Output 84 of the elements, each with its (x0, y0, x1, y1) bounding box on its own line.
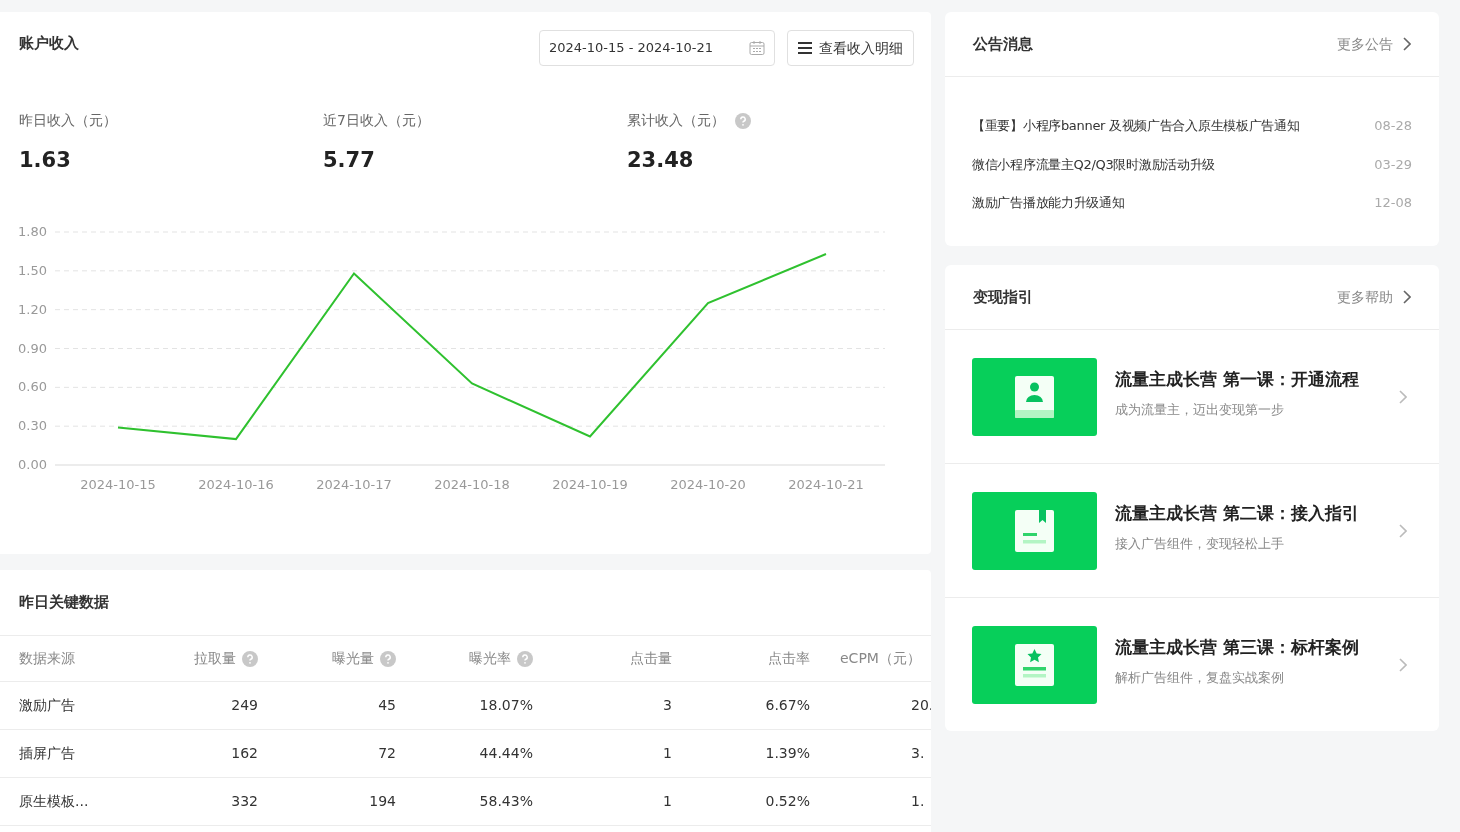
person-card-icon (1015, 375, 1054, 418)
announcement-link[interactable]: 微信小程序流量主Q2/Q3限时激励活动升级 (972, 154, 1216, 174)
table-cell-text: 1.39% (765, 744, 810, 763)
table-cell-text: 249 (231, 696, 258, 715)
course-title: 流量主成长营 第三课：标杆案例 (1115, 636, 1360, 660)
announcement-date: 08-28 (1374, 117, 1412, 135)
y-axis-label: 1.50 (18, 262, 47, 278)
course-subtitle: 解析广告组件，复盘实战案例 (1115, 668, 1285, 687)
y-axis-label: 0.60 (18, 378, 47, 394)
course-item[interactable]: 流量主成长营 第二课：接入指引 接入广告组件，变现轻松上手 (945, 464, 1439, 598)
stat-label: 累计收入（元） (627, 111, 725, 130)
more-help-link[interactable]: 更多帮助 (1337, 286, 1411, 308)
x-axis-label: 2024-10-16 (198, 476, 274, 492)
more-announcements-link[interactable]: 更多公告 (1337, 33, 1411, 55)
table-cell-text: 3. (911, 744, 925, 763)
course-title: 流量主成长营 第一课：开通流程 (1115, 368, 1360, 392)
table-cell-text: 162 (231, 744, 258, 763)
y-axis-label: 1.20 (18, 301, 47, 317)
column-header: 数据来源 (19, 649, 75, 668)
announcement-link[interactable]: 【重要】小程序banner 及视频广告合入原生模板广告通知 (972, 116, 1300, 136)
stat-label: 昨日收入（元） (19, 111, 117, 130)
list-icon (798, 42, 812, 54)
announcement-date: 12-08 (1374, 194, 1412, 212)
y-axis-label: 0.00 (18, 456, 47, 472)
course-item[interactable]: 流量主成长营 第一课：开通流程 成为流量主，迈出变现第一步 (945, 330, 1439, 464)
help-icon (517, 650, 533, 667)
y-axis-label: 0.30 (18, 417, 47, 433)
table-cell-text: 6.67% (765, 696, 810, 715)
card-title: 变现指引 (973, 286, 1033, 308)
table-cell-text: 激励广告 (19, 696, 75, 715)
card-title: 公告消息 (973, 33, 1033, 55)
chevron-right-icon (1399, 523, 1407, 538)
date-range-field[interactable]: 2024-10-15 - 2024-10-21 (539, 30, 775, 66)
card-title: 账户收入 (19, 33, 79, 54)
table-cell-text: 1 (663, 792, 672, 811)
table-cell-text: 1. (911, 792, 925, 811)
chevron-right-icon (1399, 389, 1407, 404)
table-cell-text: 58.43% (479, 792, 533, 811)
chevron-right-icon (1399, 657, 1407, 672)
course-subtitle: 接入广告组件，变现轻松上手 (1115, 534, 1285, 553)
chevron-right-icon (1403, 290, 1411, 304)
column-header: 曝光率 (469, 649, 511, 668)
table-cell-text: 20. (911, 696, 931, 715)
table-cell-text: 194 (369, 792, 396, 811)
stat-value: 1.63 (19, 147, 72, 174)
x-axis-label: 2024-10-21 (788, 476, 864, 492)
x-axis-label: 2024-10-17 (316, 476, 392, 492)
column-header: eCPM（元） (840, 649, 921, 668)
announcement-date: 03-29 (1374, 155, 1412, 174)
x-axis-label: 2024-10-18 (434, 476, 510, 492)
x-axis-label: 2024-10-20 (670, 476, 746, 492)
stat-value: 5.77 (323, 147, 376, 174)
table-cell-text: 1 (663, 744, 672, 763)
card-title: 昨日关键数据 (19, 592, 109, 614)
document-bookmark-icon (1015, 509, 1054, 552)
table-cell-text: 插屏广告 (19, 744, 75, 763)
course-subtitle: 成为流量主，迈出变现第一步 (1115, 400, 1285, 419)
x-axis-label: 2024-10-19 (552, 476, 628, 492)
column-header: 拉取量 (194, 649, 236, 668)
table-cell-text: 原生模板... (19, 792, 89, 811)
y-axis-label: 1.80 (18, 223, 47, 239)
course-title: 流量主成长营 第二课：接入指引 (1115, 502, 1360, 526)
column-header: 曝光量 (332, 649, 374, 668)
table-cell-text: 332 (231, 792, 258, 811)
table-cell-text: 3 (663, 696, 672, 715)
table-cell-text: 44.44% (479, 744, 533, 763)
help-icon (242, 650, 258, 667)
stat-value: 23.48 (627, 147, 695, 174)
course-item[interactable]: 流量主成长营 第三课：标杆案例 解析广告组件，复盘实战案例 (945, 598, 1439, 731)
help-icon (380, 650, 396, 667)
column-header: 点击率 (768, 649, 810, 668)
announcement-link[interactable]: 激励广告播放能力升级通知 (972, 193, 1125, 213)
table-cell-text: 0.52% (765, 792, 810, 811)
table-cell-text: 18.07% (479, 696, 533, 715)
income-detail-button[interactable]: 查看收入明细 (787, 30, 914, 66)
column-header: 点击量 (630, 649, 672, 668)
stat-label: 近7日收入（元） (323, 111, 430, 130)
help-icon (735, 112, 751, 129)
chevron-right-icon (1403, 37, 1411, 51)
table-cell-text: 72 (378, 744, 396, 763)
y-axis-label: 0.90 (18, 340, 47, 355)
x-axis-label: 2024-10-15 (80, 476, 156, 492)
table-cell-text: 45 (378, 696, 396, 715)
calendar-icon (749, 40, 765, 56)
